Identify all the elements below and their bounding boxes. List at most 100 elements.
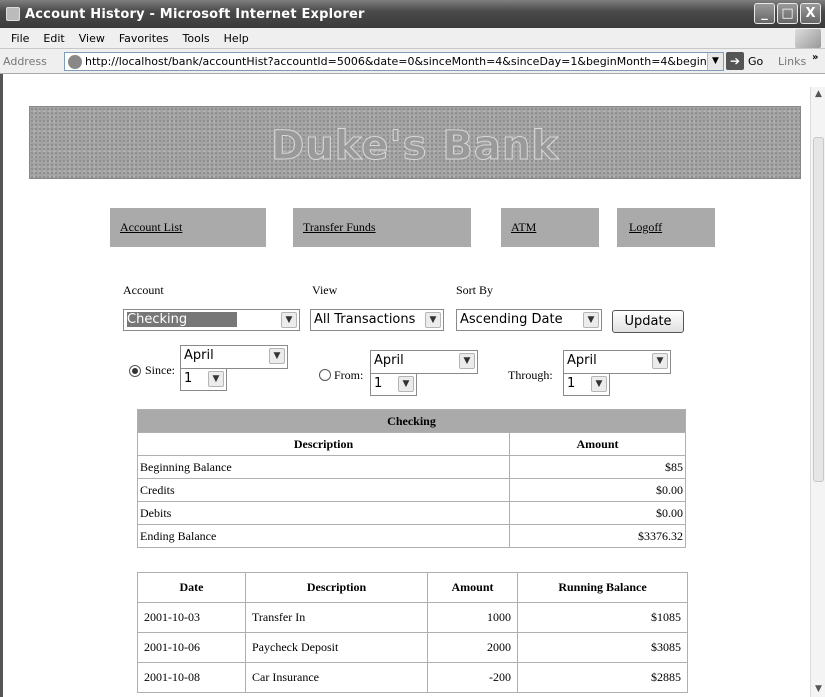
close-button[interactable]: X xyxy=(800,3,821,24)
trans-header-description: Description xyxy=(245,572,428,603)
go-arrow-icon: ➔ xyxy=(726,52,744,70)
through-month-select[interactable]: April ▼ xyxy=(563,350,671,374)
trans-header-running-balance: Running Balance xyxy=(517,572,688,603)
nav-logoff[interactable]: Logoff xyxy=(617,208,715,247)
window-controls: _ □ X xyxy=(754,3,821,24)
go-label: Go xyxy=(748,54,764,68)
through-day-select[interactable]: 1 ▼ xyxy=(563,373,610,396)
windows-flag-icon xyxy=(795,29,821,48)
view-select-value: All Transactions xyxy=(314,312,416,327)
menu-file[interactable]: File xyxy=(4,32,36,45)
menu-edit[interactable]: Edit xyxy=(36,32,71,45)
from-day-select[interactable]: 1 ▼ xyxy=(370,373,417,396)
summary-description: Ending Balance xyxy=(137,524,510,548)
since-month-select[interactable]: April ▼ xyxy=(180,345,288,369)
update-button[interactable]: Update xyxy=(612,310,684,333)
summary-description: Beginning Balance xyxy=(137,455,510,479)
from-radio[interactable] xyxy=(319,369,331,381)
chevron-right-icon[interactable]: » xyxy=(812,52,818,63)
links-label[interactable]: Links xyxy=(778,55,806,68)
address-url[interactable]: http://localhost/bank/accountHist?accoun… xyxy=(85,55,722,68)
trans-balance: $1085 xyxy=(517,602,688,633)
menu-tools[interactable]: Tools xyxy=(176,32,217,45)
chevron-down-icon: ▼ xyxy=(459,353,475,369)
summary-description: Credits xyxy=(137,478,510,502)
from-day-value: 1 xyxy=(374,376,383,391)
menu-view[interactable]: View xyxy=(72,32,112,45)
bank-title: Duke's Bank xyxy=(271,123,559,170)
from-label: From: xyxy=(334,368,364,382)
maximize-button[interactable]: □ xyxy=(777,3,798,24)
trans-date: 2001-10-03 xyxy=(137,602,246,633)
chevron-down-icon: ▼ xyxy=(208,371,224,387)
page-icon xyxy=(68,54,82,69)
summary-header-description: Description xyxy=(137,432,510,456)
address-input[interactable]: http://localhost/bank/accountHist?accoun… xyxy=(64,52,724,71)
trans-amount: -200 xyxy=(427,662,518,693)
chevron-down-icon[interactable]: ▼ xyxy=(707,53,723,70)
menu-bar: File Edit View Favorites Tools Help xyxy=(0,28,825,49)
table-row: 2001-10-08 Car Insurance -200 $2885 xyxy=(137,662,688,693)
table-row: 2001-10-06 Paycheck Deposit 2000 $3085 xyxy=(137,632,688,663)
since-radio[interactable] xyxy=(129,365,141,377)
since-label: Since: xyxy=(145,363,175,377)
summary-amount: $0.00 xyxy=(509,478,686,502)
chevron-down-icon: ▼ xyxy=(652,353,668,369)
through-day-value: 1 xyxy=(567,376,576,391)
trans-description: Transfer In xyxy=(245,602,428,633)
since-day-select[interactable]: 1 ▼ xyxy=(180,368,227,391)
address-label: Address xyxy=(3,54,47,68)
chevron-down-icon: ▼ xyxy=(281,312,297,328)
trans-balance: $3085 xyxy=(517,632,688,663)
bank-banner: Duke's Bank xyxy=(29,106,801,179)
menu-help[interactable]: Help xyxy=(217,32,256,45)
trans-header-date: Date xyxy=(137,572,246,603)
trans-date: 2001-10-06 xyxy=(137,632,246,663)
view-select[interactable]: All Transactions ▼ xyxy=(310,309,444,331)
account-select[interactable]: Checking ▼ xyxy=(123,309,300,331)
summary-table: Checking Description Amount Beginning Ba… xyxy=(137,409,686,548)
chevron-down-icon: ▼ xyxy=(591,376,607,392)
summary-amount: $85 xyxy=(509,455,686,479)
from-month-select[interactable]: April ▼ xyxy=(370,350,478,374)
sort-select[interactable]: Ascending Date ▼ xyxy=(456,309,602,331)
nav-atm[interactable]: ATM xyxy=(501,208,599,247)
nav-transfer-funds[interactable]: Transfer Funds xyxy=(293,208,471,247)
ie-icon xyxy=(6,7,20,21)
table-row: Credits $0.00 xyxy=(137,478,686,502)
trans-amount: 1000 xyxy=(427,602,518,633)
summary-description: Debits xyxy=(137,501,510,525)
scroll-down-icon[interactable]: ▼ xyxy=(811,682,825,697)
scroll-thumb[interactable] xyxy=(813,137,824,482)
nav-account-list[interactable]: Account List xyxy=(110,208,266,247)
sort-select-value: Ascending Date xyxy=(460,312,563,327)
summary-header-amount: Amount xyxy=(509,432,686,456)
minimize-button[interactable]: _ xyxy=(754,3,775,24)
summary-caption: Checking xyxy=(137,409,686,433)
window-title: Account History - Microsoft Internet Exp… xyxy=(25,6,365,22)
trans-date: 2001-10-08 xyxy=(137,662,246,693)
trans-amount: 2000 xyxy=(427,632,518,663)
trans-header-amount: Amount xyxy=(427,572,518,603)
trans-description: Paycheck Deposit xyxy=(245,632,428,663)
transactions-table: Date Description Amount Running Balance … xyxy=(137,572,688,693)
page-content: Duke's Bank Account List Transfer Funds … xyxy=(3,74,810,697)
table-row: Ending Balance $3376.32 xyxy=(137,524,686,548)
view-label: View xyxy=(312,283,338,297)
through-label: Through: xyxy=(508,368,553,382)
table-row: Beginning Balance $85 xyxy=(137,455,686,479)
account-label: Account xyxy=(123,283,164,297)
account-select-value: Checking xyxy=(127,312,238,327)
from-month-value: April xyxy=(374,353,404,368)
chevron-down-icon: ▼ xyxy=(425,312,441,328)
through-month-value: April xyxy=(567,353,597,368)
vertical-scrollbar[interactable]: ▲ ▼ xyxy=(810,87,825,697)
address-bar: Address http://localhost/bank/accountHis… xyxy=(0,49,825,74)
trans-balance: $2885 xyxy=(517,662,688,693)
scroll-up-icon[interactable]: ▲ xyxy=(811,87,825,102)
table-row: 2001-10-03 Transfer In 1000 $1085 xyxy=(137,602,688,633)
go-button[interactable]: ➔ Go xyxy=(726,52,763,70)
summary-amount: $3376.32 xyxy=(509,524,686,548)
trans-description: Car Insurance xyxy=(245,662,428,693)
menu-favorites[interactable]: Favorites xyxy=(112,32,176,45)
